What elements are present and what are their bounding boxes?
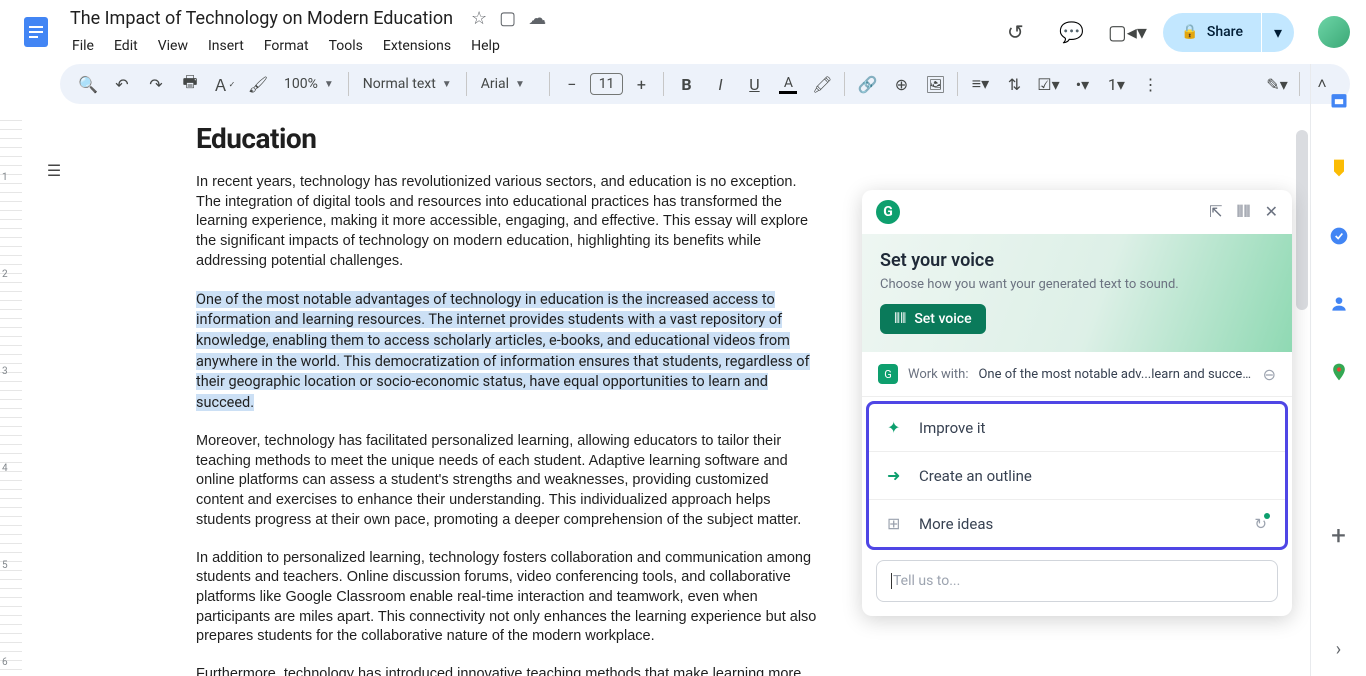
bullet-list-icon[interactable]: •▾ bbox=[1066, 68, 1098, 100]
document-page[interactable]: Education In recent years, technology ha… bbox=[100, 122, 916, 676]
doc-heading: Education bbox=[196, 122, 820, 155]
numbered-list-icon[interactable]: 1▾ bbox=[1100, 68, 1132, 100]
star-icon[interactable]: ☆ bbox=[471, 8, 487, 29]
cloud-icon[interactable]: ☁ bbox=[528, 8, 546, 29]
horizontal-ruler: 12 34 56 7 bbox=[100, 112, 1310, 120]
bold-icon[interactable]: B bbox=[670, 68, 702, 100]
menu-extensions[interactable]: Extensions bbox=[375, 34, 459, 58]
undo-icon[interactable]: ↶ bbox=[106, 68, 138, 100]
checklist-icon[interactable]: ☑▾ bbox=[1032, 68, 1064, 100]
keep-icon[interactable] bbox=[1319, 148, 1359, 188]
highlight-icon[interactable]: 🖍 bbox=[806, 68, 838, 100]
tasks-icon[interactable] bbox=[1319, 216, 1359, 256]
doc-paragraph: Furthermore, technology has introduced i… bbox=[196, 665, 820, 676]
doc-paragraph-selected: One of the most notable advantages of te… bbox=[196, 290, 820, 414]
wand-icon: ✦ bbox=[887, 418, 905, 437]
calendar-icon[interactable] bbox=[1319, 80, 1359, 120]
grammarly-small-icon: G bbox=[878, 364, 898, 384]
add-comment-icon[interactable]: ⊕ bbox=[885, 68, 917, 100]
redo-icon[interactable]: ↷ bbox=[140, 68, 172, 100]
grid-icon: ⊞ bbox=[887, 514, 905, 533]
voice-title: Set your voice bbox=[880, 250, 1274, 271]
user-avatar[interactable] bbox=[1318, 16, 1350, 48]
increase-font-icon[interactable]: + bbox=[625, 68, 657, 100]
voice-icon: ⦀⦀ bbox=[894, 311, 906, 327]
insert-image-icon[interactable]: 🖼 bbox=[919, 68, 951, 100]
voice-subtitle: Choose how you want your generated text … bbox=[880, 277, 1274, 292]
comments-icon[interactable]: 💬 bbox=[1051, 12, 1091, 52]
arrow-icon: ➜ bbox=[887, 466, 905, 485]
vertical-scrollbar[interactable] bbox=[1296, 130, 1308, 310]
work-with-text: One of the most notable adv...learn and … bbox=[978, 367, 1252, 382]
history-icon[interactable]: ↺ bbox=[995, 12, 1035, 52]
grammarly-panel: G ⇱ ⦀⦀ ✕ Set your voice Choose how you w… bbox=[862, 190, 1292, 616]
paragraph-style-dropdown[interactable]: Normal text▼ bbox=[355, 76, 460, 92]
spellcheck-icon[interactable]: Ａ✓ bbox=[208, 68, 240, 100]
document-title[interactable]: The Impact of Technology on Modern Educa… bbox=[64, 6, 459, 31]
set-voice-button[interactable]: ⦀⦀ Set voice bbox=[880, 304, 986, 334]
contacts-icon[interactable] bbox=[1319, 284, 1359, 324]
menu-edit[interactable]: Edit bbox=[106, 34, 146, 58]
menu-bar: File Edit View Insert Format Tools Exten… bbox=[64, 32, 995, 60]
toolbar: 🔍 ↶ ↷ 🖶 Ａ✓ 🖌 100%▼ Normal text▼ Arial▼ −… bbox=[60, 64, 1350, 104]
history-icon[interactable]: ↻ bbox=[1254, 515, 1267, 533]
search-icon[interactable]: 🔍 bbox=[72, 68, 104, 100]
move-icon[interactable]: ▢ bbox=[499, 8, 516, 29]
voice-banner: Set your voice Choose how you want your … bbox=[862, 234, 1292, 352]
more-icon[interactable]: ⋮ bbox=[1134, 68, 1166, 100]
print-icon[interactable]: 🖶 bbox=[174, 68, 206, 100]
underline-icon[interactable]: U bbox=[738, 68, 770, 100]
menu-file[interactable]: File bbox=[64, 34, 102, 58]
italic-icon[interactable]: I bbox=[704, 68, 736, 100]
font-dropdown[interactable]: Arial▼ bbox=[473, 76, 543, 92]
pin-icon[interactable]: ⇱ bbox=[1209, 202, 1222, 222]
menu-view[interactable]: View bbox=[150, 34, 196, 58]
share-label: Share bbox=[1207, 24, 1243, 40]
docs-logo[interactable] bbox=[16, 12, 56, 52]
work-with-row: G Work with: One of the most notable adv… bbox=[862, 352, 1292, 397]
text-color-icon[interactable]: A bbox=[772, 68, 804, 100]
meet-icon[interactable]: ▢◂▾ bbox=[1107, 12, 1147, 52]
editing-mode-icon[interactable]: ✎▾ bbox=[1261, 68, 1293, 100]
more-ideas-option[interactable]: ⊞ More ideas ↻ bbox=[869, 500, 1285, 547]
collapse-icon[interactable]: ⊖ bbox=[1263, 365, 1276, 384]
line-spacing-icon[interactable]: ⇅ bbox=[998, 68, 1030, 100]
side-panel: + › bbox=[1310, 64, 1366, 676]
collapse-panel-icon[interactable]: › bbox=[1336, 639, 1341, 660]
zoom-dropdown[interactable]: 100%▼ bbox=[276, 76, 342, 92]
work-with-label: Work with: bbox=[908, 367, 968, 382]
share-dropdown[interactable]: ▾ bbox=[1262, 13, 1294, 52]
share-button[interactable]: 🔒 Share bbox=[1163, 13, 1261, 52]
maps-icon[interactable] bbox=[1319, 352, 1359, 392]
align-icon[interactable]: ≡▾ bbox=[964, 68, 996, 100]
link-icon[interactable]: 🔗 bbox=[851, 68, 883, 100]
doc-paragraph: In recent years, technology has revoluti… bbox=[196, 173, 820, 272]
paint-format-icon[interactable]: 🖌 bbox=[242, 68, 274, 100]
font-size-input[interactable]: 11 bbox=[590, 73, 624, 95]
vertical-ruler: 123 456 bbox=[0, 112, 22, 676]
voice-wave-icon[interactable]: ⦀⦀ bbox=[1237, 202, 1251, 222]
close-icon[interactable]: ✕ bbox=[1265, 202, 1278, 222]
grammarly-logo-icon: G bbox=[876, 200, 900, 224]
doc-paragraph: In addition to personalized learning, te… bbox=[196, 549, 820, 648]
menu-format[interactable]: Format bbox=[256, 34, 317, 58]
outline-toggle-icon[interactable]: ☰ bbox=[36, 152, 72, 188]
create-outline-option[interactable]: ➜ Create an outline bbox=[869, 452, 1285, 500]
prompt-input[interactable]: Tell us to... bbox=[876, 560, 1278, 602]
improve-it-option[interactable]: ✦ Improve it bbox=[869, 404, 1285, 452]
suggestion-options: ✦ Improve it ➜ Create an outline ⊞ More … bbox=[866, 401, 1288, 550]
menu-tools[interactable]: Tools bbox=[321, 34, 371, 58]
menu-help[interactable]: Help bbox=[463, 34, 508, 58]
doc-paragraph: Moreover, technology has facilitated per… bbox=[196, 432, 820, 531]
menu-insert[interactable]: Insert bbox=[200, 34, 252, 58]
lock-icon: 🔒 bbox=[1181, 24, 1198, 40]
decrease-font-icon[interactable]: − bbox=[556, 68, 588, 100]
add-addon-icon[interactable]: + bbox=[1319, 516, 1359, 556]
